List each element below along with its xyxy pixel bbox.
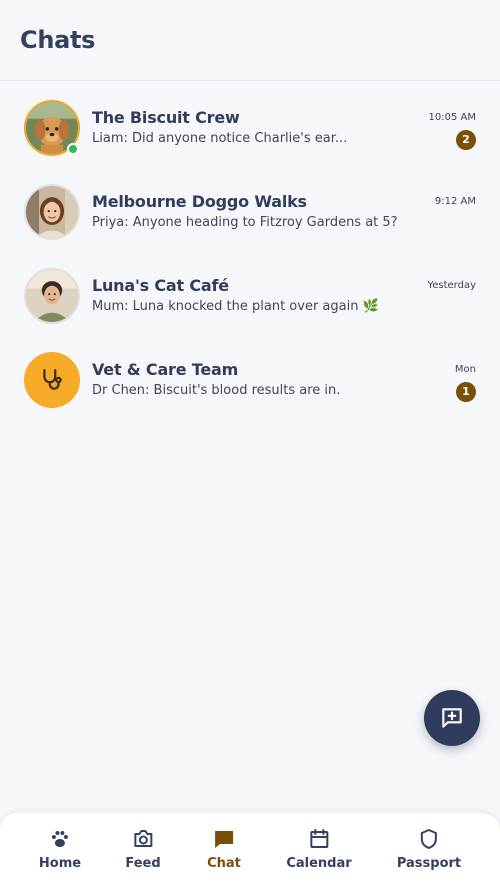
shield-icon — [420, 829, 437, 849]
chat-preview: Mum: Luna knocked the plant over again 🌿 — [92, 299, 379, 314]
nav-label: Home — [38, 856, 82, 871]
chat-text: The Biscuit Crew Liam: Did anyone notice… — [92, 108, 380, 146]
chat-item-lunas-cat-cafe[interactable]: Luna's Cat Café Mum: Luna knocked the pl… — [0, 268, 500, 352]
nav-label: Passport — [396, 856, 462, 871]
nav-label: Feed — [125, 856, 161, 871]
chat-item-vet-care-team[interactable]: Vet & Care Team Dr Chen: Biscuit's blood… — [0, 352, 500, 436]
chat-item-biscuit-crew[interactable]: The Biscuit Crew Liam: Did anyone notice… — [0, 100, 500, 184]
chat-list: The Biscuit Crew Liam: Did anyone notice… — [0, 81, 500, 436]
chat-text: Melbourne Doggo Walks Priya: Anyone head… — [92, 192, 398, 230]
new-message-icon — [442, 708, 462, 728]
chat-preview: Dr Chen: Biscuit's blood results are in. — [92, 383, 341, 398]
nav-item-feed[interactable]: Feed — [125, 827, 161, 871]
nav-item-calendar[interactable]: Calendar — [286, 827, 352, 871]
chat-title: Melbourne Doggo Walks — [92, 192, 307, 211]
chat-meta: 10:05 AM 2 — [429, 112, 476, 150]
camera-icon — [133, 830, 152, 847]
chat-title: Luna's Cat Café — [92, 276, 229, 295]
chat-time: Mon — [454, 364, 476, 375]
nav-item-chat[interactable]: Chat — [207, 827, 241, 871]
calendar-icon — [310, 829, 328, 848]
chat-item-melbourne-doggo-walks[interactable]: Melbourne Doggo Walks Priya: Anyone head… — [0, 184, 500, 268]
chat-preview: Liam: Did anyone notice Charlie's ear... — [92, 131, 348, 146]
online-status-dot — [67, 143, 79, 155]
avatar-container — [24, 352, 80, 408]
chat-time: Yesterday — [427, 280, 476, 291]
page-title: Chats — [20, 26, 96, 54]
chat-title: The Biscuit Crew — [92, 108, 240, 127]
person-photo-icon — [26, 186, 78, 238]
nav-item-passport[interactable]: Passport — [397, 827, 461, 871]
unread-badge: 1 — [456, 382, 476, 402]
new-message-button[interactable] — [424, 690, 480, 746]
nav-label: Calendar — [286, 856, 352, 871]
avatar — [24, 184, 80, 240]
stethoscope-icon — [43, 369, 62, 390]
chat-time: 9:12 AM — [434, 196, 476, 207]
avatar-container — [24, 184, 80, 240]
chat-text: Vet & Care Team Dr Chen: Biscuit's blood… — [92, 360, 380, 398]
chat-meta: 9:12 AM — [435, 196, 476, 207]
chat-bubble-icon — [214, 831, 233, 848]
bottom-nav: Home Feed Chat Calendar Passport — [0, 813, 500, 896]
avatar-container — [24, 100, 80, 156]
chat-text: Luna's Cat Café Mum: Luna knocked the pl… — [92, 276, 380, 314]
person-photo-icon — [26, 270, 78, 322]
chats-screen: Chats The Biscuit Crew Liam: Did anyone … — [0, 0, 500, 896]
chat-time: 10:05 AM — [428, 112, 476, 123]
avatar-container — [24, 268, 80, 324]
chat-meta: Yesterday — [427, 280, 476, 291]
chat-preview: Priya: Anyone heading to Fitzroy Gardens… — [92, 215, 398, 230]
vet-avatar — [24, 352, 80, 408]
nav-label: Chat — [207, 856, 241, 871]
chat-meta: Mon 1 — [455, 364, 476, 402]
chat-title: Vet & Care Team — [92, 360, 239, 379]
unread-badge: 2 — [456, 130, 476, 150]
nav-item-home[interactable]: Home — [39, 827, 81, 871]
app-header: Chats — [0, 0, 500, 81]
paw-icon — [52, 831, 68, 847]
avatar — [24, 268, 80, 324]
